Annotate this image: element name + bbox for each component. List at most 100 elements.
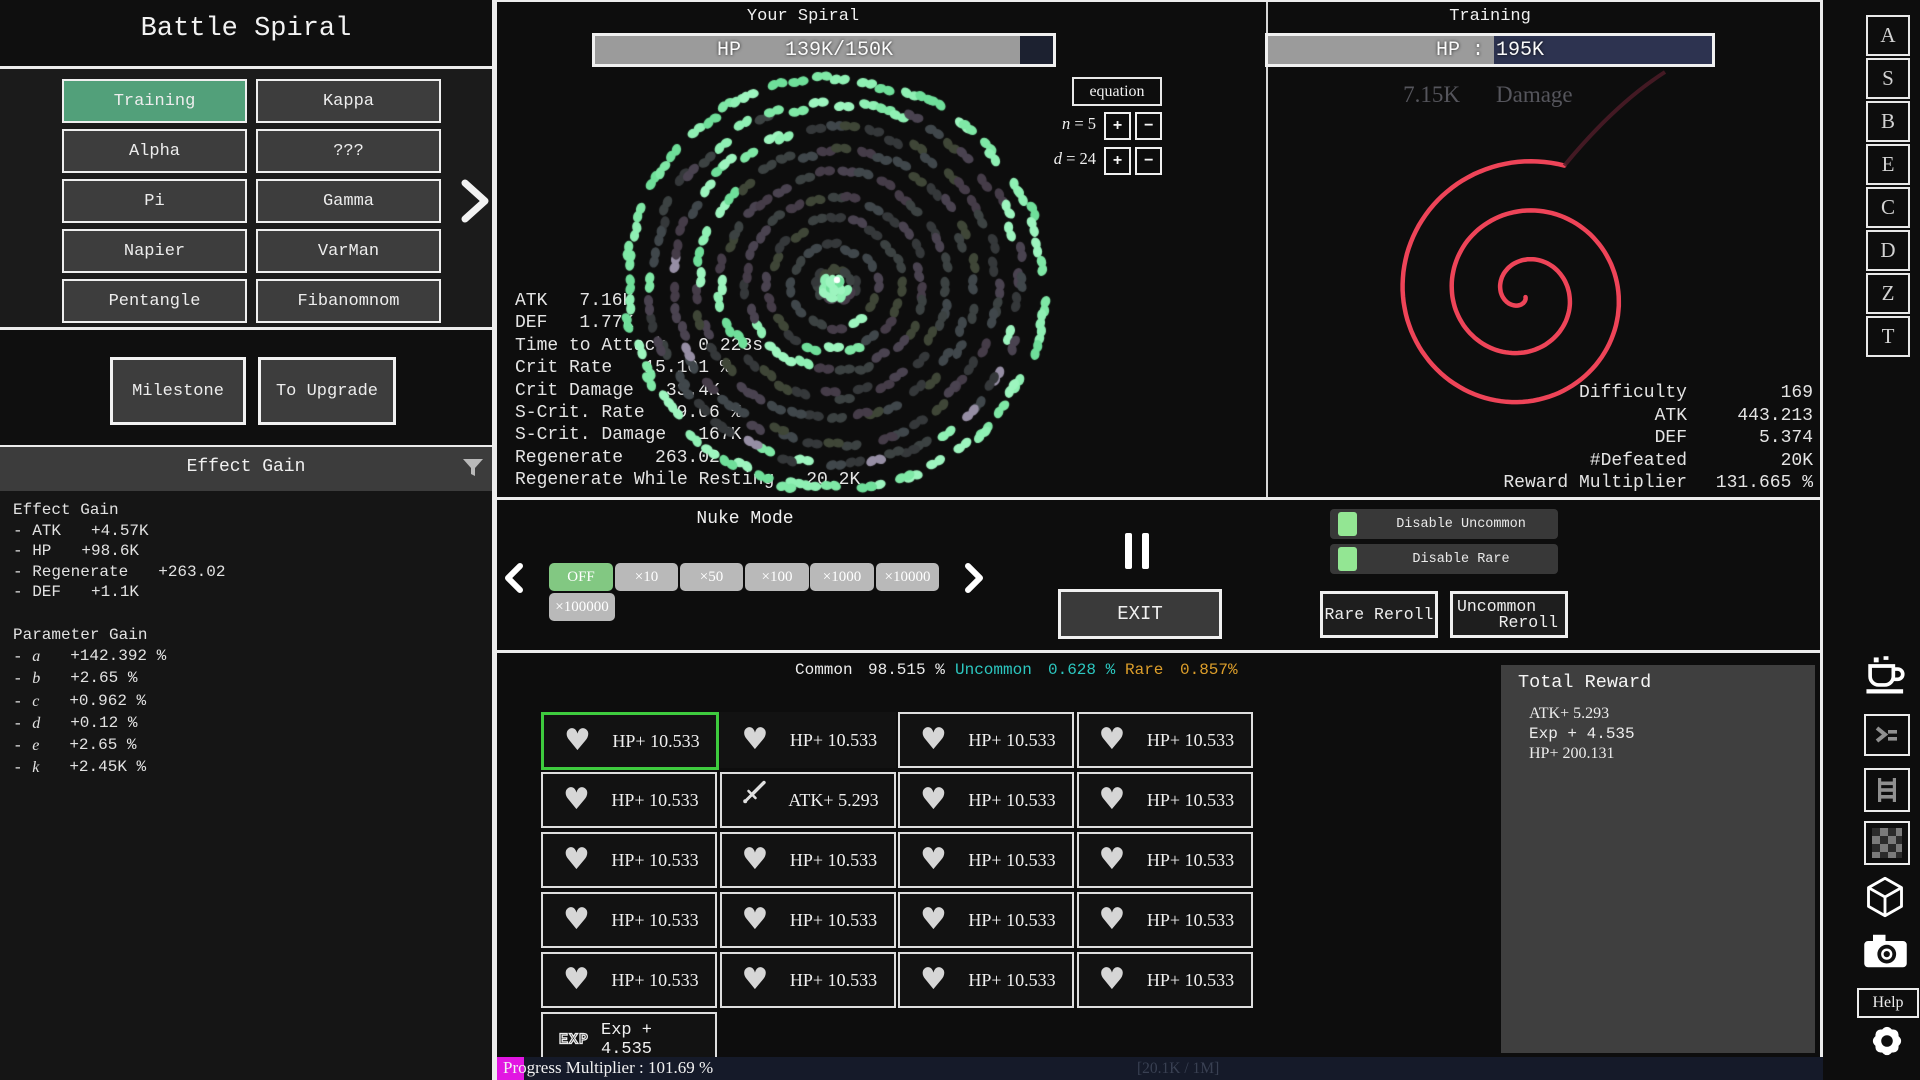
sidebar-tab-alpha[interactable]: Alpha (62, 129, 247, 173)
reward-card-hp-10.533[interactable]: ♥HP+ 10.533 (1077, 892, 1253, 948)
n-increase-button[interactable]: + (1104, 112, 1131, 140)
card-text: HP+ 10.533 (780, 714, 888, 766)
sidebar-tab-kappa[interactable]: Kappa (256, 79, 441, 123)
nuke-option-off[interactable]: OFF (549, 563, 613, 591)
divider (492, 0, 497, 1080)
card-text: HP+ 10.533 (780, 894, 888, 946)
checkbox-icon[interactable] (1338, 512, 1357, 536)
reward-card-atk-5.293[interactable]: ATK+ 5.293 (720, 772, 896, 828)
equation-button[interactable]: equation (1072, 77, 1162, 106)
nuke-option-x100[interactable]: ×100 (745, 563, 809, 591)
toggle-label: Disable Rare (1364, 544, 1558, 574)
reward-card-hp-10.533[interactable]: ♥HP+ 10.533 (720, 952, 896, 1008)
sidebar-tab-varman[interactable]: VarMan (256, 229, 441, 273)
card-text: HP+ 10.533 (958, 714, 1066, 766)
heart-icon: ♥ (742, 965, 769, 995)
hotkey-s[interactable]: S (1866, 58, 1910, 99)
sidebar-tab-napier[interactable]: Napier (62, 229, 247, 273)
toggle-label: Disable Uncommon (1364, 509, 1558, 539)
ladder-icon[interactable] (1864, 768, 1910, 812)
damage-value: 7.15K (1330, 82, 1460, 108)
toggle-disable-uncommon[interactable]: Disable Uncommon (1330, 509, 1558, 539)
reward-card-hp-10.533[interactable]: ♥HP+ 10.533 (720, 712, 896, 768)
stat-label: ATK (1655, 405, 1687, 428)
filter-icon[interactable] (462, 458, 484, 483)
nuke-option-x100000[interactable]: ×100000 (549, 593, 615, 621)
effect-label: - ATK (13, 521, 61, 542)
stat-label: #Defeated (1590, 450, 1687, 473)
uncommon-reroll-button[interactable]: Uncommon Reroll (1450, 591, 1568, 638)
parameter-gain-row: - d+0.12 % (13, 713, 166, 735)
rarity-name-rare: Rare (1125, 661, 1163, 679)
nuke-option-x10000[interactable]: ×10000 (876, 563, 939, 591)
reward-card-hp-10.533[interactable]: ♥HP+ 10.533 (541, 892, 717, 948)
to-upgrade-button[interactable]: To Upgrade (258, 357, 396, 425)
exit-button[interactable]: EXIT (1058, 589, 1222, 639)
nuke-prev-chevron-icon[interactable] (503, 563, 525, 598)
player-hp-label: HP (717, 36, 741, 64)
reward-card-hp-10.533[interactable]: ♥HP+ 10.533 (898, 832, 1074, 888)
tabs-next-chevron-icon[interactable] (458, 178, 492, 229)
milestone-button[interactable]: Milestone (110, 357, 246, 425)
exp-icon: EXP (559, 1032, 589, 1049)
hotkey-a[interactable]: A (1866, 15, 1910, 56)
nuke-option-x50[interactable]: ×50 (680, 563, 743, 591)
sidebar-tab-pi[interactable]: Pi (62, 179, 247, 223)
sidebar-tab-pentangle[interactable]: Pentangle (62, 279, 247, 323)
checkerboard-icon[interactable] (1864, 821, 1910, 865)
parameter-value: +0.962 % (69, 691, 146, 713)
reward-card-hp-10.533[interactable]: ♥HP+ 10.533 (1077, 832, 1253, 888)
reward-card-hp-10.533[interactable]: ♥HP+ 10.533 (898, 772, 1074, 828)
toggle-disable-rare[interactable]: Disable Rare (1330, 544, 1558, 574)
reward-card-hp-10.533[interactable]: ♥HP+ 10.533 (898, 892, 1074, 948)
n-decrease-button[interactable]: − (1135, 112, 1162, 140)
stat-value: 5.374 (1707, 427, 1813, 450)
rare-reroll-button[interactable]: Rare Reroll (1320, 591, 1438, 638)
hotkey-c[interactable]: C (1866, 187, 1910, 228)
sidebar-tab-gamma[interactable]: Gamma (256, 179, 441, 223)
checkbox-icon[interactable] (1338, 547, 1357, 571)
effect-gain-row: - ATK+4.57K (13, 521, 225, 542)
reward-card-hp-10.533[interactable]: ♥HP+ 10.533 (1077, 952, 1253, 1008)
heart-icon: ♥ (564, 726, 591, 756)
reward-card-hp-10.533[interactable]: ♥HP+ 10.533 (541, 952, 717, 1008)
player-hp-bar: HP 139K/150K (592, 33, 1056, 67)
rarity-name-uncommon: Uncommon (955, 661, 1032, 679)
nuke-next-chevron-icon[interactable] (963, 563, 985, 598)
terminal-icon[interactable] (1864, 714, 1910, 756)
reward-card-hp-10.533[interactable]: ♥HP+ 10.533 (1077, 772, 1253, 828)
pause-icon[interactable] (1125, 533, 1132, 569)
cube-icon[interactable] (1862, 875, 1908, 924)
help-button[interactable]: Help (1857, 988, 1919, 1018)
reward-card-hp-10.533[interactable]: ♥HP+ 10.533 (720, 892, 896, 948)
heart-icon: ♥ (1099, 785, 1126, 815)
nuke-option-x10[interactable]: ×10 (615, 563, 678, 591)
coffee-icon[interactable] (1864, 656, 1908, 703)
hotkey-e[interactable]: E (1866, 144, 1910, 185)
d-increase-button[interactable]: + (1104, 147, 1131, 175)
hotkey-b[interactable]: B (1866, 101, 1910, 142)
camera-icon[interactable] (1863, 931, 1908, 976)
card-text: HP+ 10.533 (1137, 954, 1245, 1006)
sidebar-tab-[interactable]: ??? (256, 129, 441, 173)
reward-card-hp-10.533[interactable]: ♥HP+ 10.533 (541, 712, 719, 770)
reward-card-hp-10.533[interactable]: ♥HP+ 10.533 (1077, 712, 1253, 768)
reward-card-hp-10.533[interactable]: ♥HP+ 10.533 (541, 832, 717, 888)
sidebar-tab-fibanomnom[interactable]: Fibanomnom (256, 279, 441, 323)
d-decrease-button[interactable]: − (1135, 147, 1162, 175)
parameter-label: - d (13, 713, 40, 735)
sidebar-tab-training[interactable]: Training (62, 79, 247, 123)
nuke-option-x1000[interactable]: ×1000 (810, 563, 874, 591)
hotkey-d[interactable]: D (1866, 230, 1910, 271)
reward-card-hp-10.533[interactable]: ♥HP+ 10.533 (720, 832, 896, 888)
card-text: HP+ 10.533 (1137, 894, 1245, 946)
reward-card-hp-10.533[interactable]: ♥HP+ 10.533 (541, 772, 717, 828)
hotkey-z[interactable]: Z (1866, 273, 1910, 314)
reward-card-hp-10.533[interactable]: ♥HP+ 10.533 (898, 712, 1074, 768)
hotkey-t[interactable]: T (1866, 316, 1910, 357)
effect-gain-row: - Regenerate+263.02 (13, 562, 225, 583)
settings-gear-icon[interactable] (1866, 1020, 1908, 1067)
card-text: ATK+ 5.293 (780, 774, 888, 826)
reward-card-hp-10.533[interactable]: ♥HP+ 10.533 (898, 952, 1074, 1008)
pause-icon[interactable] (1142, 533, 1149, 569)
